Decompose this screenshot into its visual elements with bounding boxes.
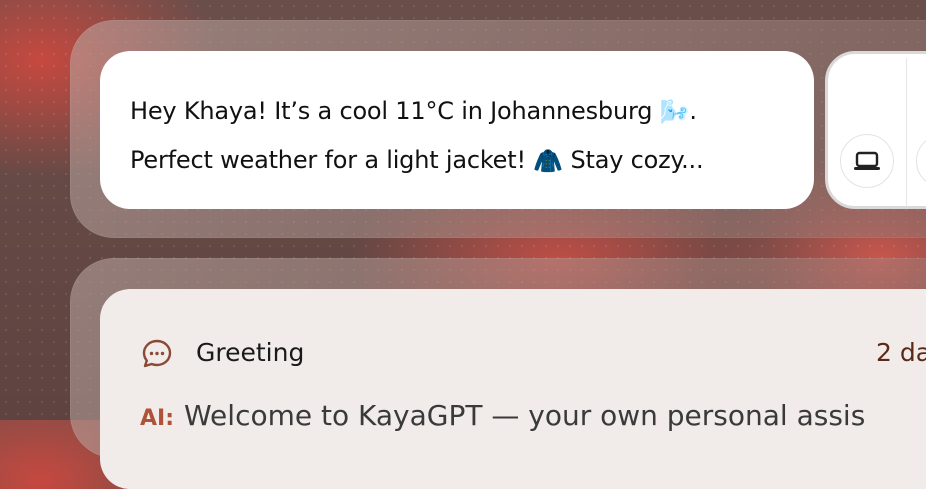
conversation-card[interactable]: Greeting 2 da AI: Welcome to KayaGPT — yo… — [100, 289, 926, 489]
message-line-2: Perfect weather for a light jacket! 🧥 St… — [130, 136, 790, 185]
conversation-title: Greeting — [196, 338, 305, 367]
conversation-timestamp: 2 da — [876, 338, 926, 367]
action-divider — [906, 58, 907, 206]
message-text-1: Hey Khaya! It’s a cool 11°C in Johannesb… — [130, 97, 653, 125]
message-text-3: Stay cozy... — [570, 146, 704, 174]
conversation-preview: AI: Welcome to KayaGPT — your own persona… — [140, 399, 865, 436]
quick-actions-card — [825, 51, 926, 209]
message-line-1: Hey Khaya! It’s a cool 11°C in Johannesb… — [130, 87, 790, 136]
secondary-action-button[interactable] — [916, 134, 926, 188]
message-period: . — [689, 97, 697, 125]
weather-message-card: Hey Khaya! It’s a cool 11°C in Johannesb… — [100, 51, 814, 209]
device-button[interactable] — [840, 134, 894, 188]
preview-text: Welcome to KayaGPT — your own personal a… — [184, 399, 866, 432]
ai-tag: AI: — [140, 406, 175, 431]
chat-bubble-icon — [142, 339, 172, 368]
coat-emoji-icon: 🧥 — [533, 147, 564, 175]
message-text-2: Perfect weather for a light jacket! — [130, 146, 526, 174]
laptop-icon — [854, 151, 880, 170]
wind-emoji-icon: 🌬️ — [659, 98, 690, 126]
